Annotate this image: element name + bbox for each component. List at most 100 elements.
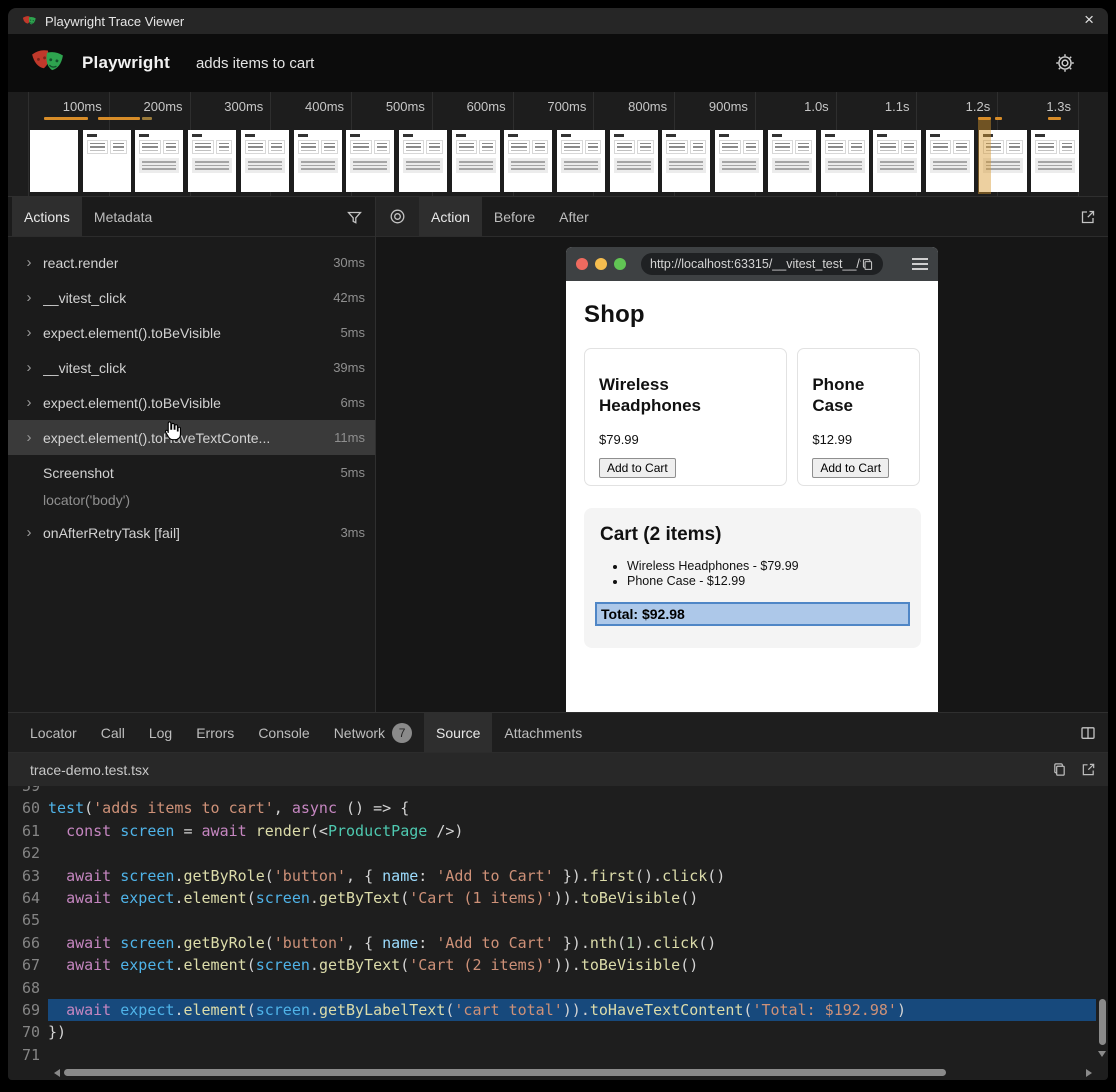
film-thumbnail[interactable] [821, 130, 869, 192]
chevron-right-icon: › [22, 254, 36, 271]
copy-url-icon[interactable] [861, 258, 874, 271]
tab-network[interactable]: Network7 [322, 713, 424, 752]
film-thumbnail[interactable] [30, 130, 78, 192]
browser-menu-icon[interactable] [912, 258, 928, 270]
scroll-down-icon[interactable] [1098, 1051, 1106, 1057]
film-thumbnail[interactable] [662, 130, 710, 192]
tab-after[interactable]: After [547, 197, 601, 236]
tab-errors[interactable]: Errors [184, 713, 246, 752]
traffic-light-green [614, 258, 626, 270]
product-price: $12.99 [812, 432, 905, 447]
vertical-scroll-thumb[interactable] [1099, 999, 1106, 1045]
film-thumbnail[interactable] [1031, 130, 1079, 192]
filter-funnel-icon[interactable] [346, 209, 363, 226]
split-view-icon[interactable] [1080, 725, 1096, 741]
film-thumbnail[interactable] [715, 130, 763, 192]
source-code-view[interactable]: 5960test('adds items to cart', async () … [8, 786, 1096, 1066]
action-row[interactable]: ›expect.element().toHaveTextConte...11ms [8, 420, 375, 455]
vertical-scrollbar[interactable] [1096, 786, 1108, 1066]
film-thumbnail[interactable] [926, 130, 974, 192]
add-to-cart-button[interactable]: Add to Cart [812, 458, 889, 478]
code-line: 59 [8, 786, 1096, 797]
film-thumbnail[interactable] [135, 130, 183, 192]
thumb-shop-title [139, 134, 149, 137]
thumb-shop-title [245, 134, 255, 137]
snapshot-browser-window: http://localhost:63315/__vitest_test__/?… [566, 247, 938, 712]
code-text [48, 1044, 1096, 1066]
code-line: 64 await expect.element(screen.getByText… [8, 887, 1096, 909]
traffic-light-red [576, 258, 588, 270]
film-thumbnail[interactable] [188, 130, 236, 192]
product-card: Phone Case$12.99Add to Cart [797, 348, 920, 486]
tab-actions[interactable]: Actions [12, 197, 82, 236]
close-icon[interactable]: × [1084, 8, 1094, 34]
film-thumbnail[interactable] [610, 130, 658, 192]
code-text: test('adds items to cart', async () => { [48, 797, 1096, 819]
action-row[interactable]: ›__vitest_click39ms [8, 350, 375, 385]
film-thumbnail[interactable] [452, 130, 500, 192]
action-row[interactable]: ›onAfterRetryTask [fail]3ms [8, 515, 375, 550]
action-label: Screenshot [43, 465, 114, 481]
timeline-tick-label: 1.0s [755, 99, 836, 115]
action-duration-bar [995, 117, 1002, 120]
thumb-shop-title [192, 134, 202, 137]
film-thumbnail[interactable] [768, 130, 816, 192]
pick-locator-button[interactable] [376, 197, 419, 236]
film-thumbnail[interactable] [557, 130, 605, 192]
action-duration: 6ms [340, 395, 365, 410]
tab-attachments[interactable]: Attachments [492, 713, 594, 752]
timeline[interactable]: 100ms200ms300ms400ms500ms600ms700ms800ms… [8, 92, 1108, 196]
code-line: 62 [8, 842, 1096, 864]
film-thumbnail[interactable] [504, 130, 552, 192]
scroll-right-icon[interactable] [1086, 1069, 1092, 1077]
action-row[interactable]: Screenshot 5ms [8, 455, 375, 490]
open-source-external-icon[interactable] [1081, 762, 1096, 777]
tab-log[interactable]: Log [137, 713, 184, 752]
line-number: 69 [8, 999, 48, 1021]
bottom-tabbar: LocatorCallLogErrorsConsoleNetwork7Sourc… [8, 713, 1108, 753]
scroll-left-icon[interactable] [54, 1069, 60, 1077]
action-row[interactable]: ›react.render30ms [8, 245, 375, 280]
code-line: 63 await screen.getByRole('button', { na… [8, 865, 1096, 887]
horizontal-scrollbar[interactable] [8, 1066, 1096, 1080]
thumb-shop-title [825, 134, 835, 137]
tab-console[interactable]: Console [246, 713, 321, 752]
cart-item: Wireless Headphones - $79.99 [627, 559, 910, 573]
copy-file-path-icon[interactable] [1052, 762, 1067, 777]
film-thumbnail[interactable] [399, 130, 447, 192]
address-bar[interactable]: http://localhost:63315/__vitest_test__/?… [641, 253, 883, 275]
add-to-cart-button[interactable]: Add to Cart [599, 458, 676, 478]
settings-gear-icon[interactable] [1054, 52, 1076, 74]
film-thumbnail[interactable] [294, 130, 342, 192]
tab-call[interactable]: Call [89, 713, 137, 752]
tab-source[interactable]: Source [424, 713, 492, 752]
code-text: const screen = await render(<ProductPage… [48, 820, 1096, 842]
snapshot-page: Shop Wireless Headphones$79.99Add to Car… [566, 281, 938, 712]
actions-tabbar: ActionsMetadata [8, 197, 375, 237]
film-thumbnail[interactable] [873, 130, 921, 192]
action-duration: 5ms [340, 465, 365, 480]
action-row[interactable]: ›__vitest_click42ms [8, 280, 375, 315]
horizontal-scroll-thumb[interactable] [64, 1069, 946, 1076]
tab-action[interactable]: Action [419, 197, 482, 236]
film-thumbnail[interactable] [241, 130, 289, 192]
film-thumbnail[interactable] [346, 130, 394, 192]
film-thumbnail[interactable] [83, 130, 131, 192]
open-external-icon[interactable] [1080, 209, 1096, 225]
code-line: 68 [8, 977, 1096, 999]
playwright-masks-icon [22, 14, 37, 29]
action-row[interactable]: ›expect.element().toBeVisible5ms [8, 315, 375, 350]
tab-metadata[interactable]: Metadata [82, 197, 164, 236]
cart-item: Phone Case - $12.99 [627, 574, 910, 588]
thumb-shop-title [87, 134, 97, 137]
action-row[interactable]: ›expect.element().toBeVisible6ms [8, 385, 375, 420]
timeline-tick-label: 100ms [28, 99, 109, 115]
chevron-right-icon: › [22, 429, 36, 446]
tab-locator[interactable]: Locator [18, 713, 89, 752]
product-name: Wireless Headphones [599, 374, 772, 417]
tab-before[interactable]: Before [482, 197, 547, 236]
chevron-right-icon: › [22, 394, 36, 411]
trace-viewer-window: Playwright Trace Viewer × Playwright add… [8, 8, 1108, 1080]
code-text: await screen.getByRole('button', { name:… [48, 932, 1096, 954]
code-text: await expect.element(screen.getByLabelTe… [48, 999, 1096, 1021]
